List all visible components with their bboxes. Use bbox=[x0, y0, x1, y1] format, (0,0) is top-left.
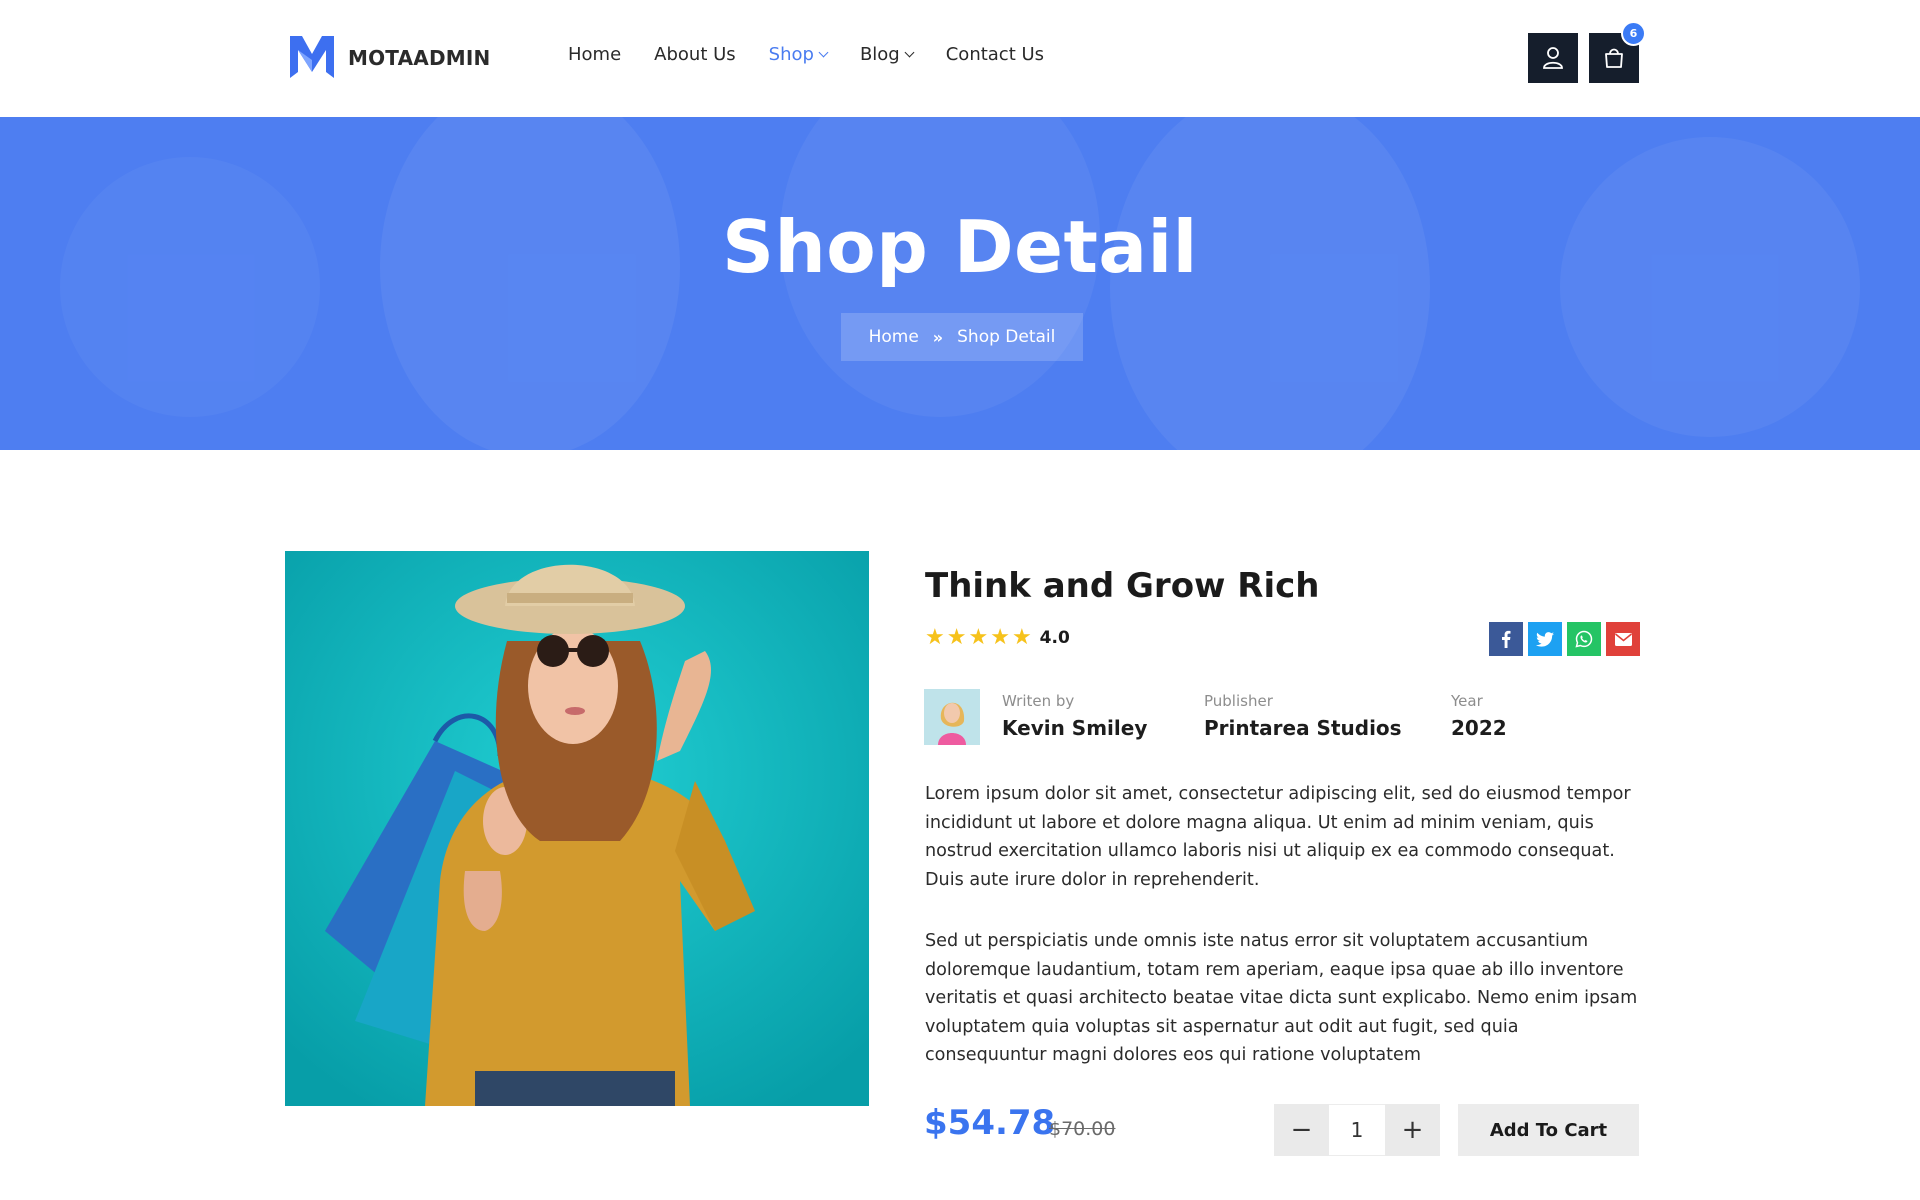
quantity-input[interactable] bbox=[1329, 1104, 1385, 1156]
nav-about-label: About Us bbox=[654, 44, 736, 65]
nav-contact-label: Contact Us bbox=[945, 44, 1045, 65]
product-price: $54.78 bbox=[924, 1103, 1056, 1143]
quantity-stepper: − + bbox=[1274, 1104, 1440, 1156]
publisher-label: Publisher bbox=[1204, 692, 1273, 710]
logo[interactable]: MOTAADMIN bbox=[288, 32, 490, 84]
minus-icon: − bbox=[1290, 1115, 1313, 1145]
year-meta: Year 2022 bbox=[1451, 692, 1507, 740]
author-name[interactable]: Kevin Smiley bbox=[1002, 716, 1147, 740]
star-icon: ★ bbox=[925, 625, 945, 650]
logo-mark-icon bbox=[290, 36, 334, 78]
publisher-name: Printarea Studios bbox=[1204, 716, 1402, 740]
nav-blog-label: Blog bbox=[859, 44, 900, 65]
star-icon: ★ bbox=[990, 625, 1010, 650]
year-label: Year bbox=[1451, 692, 1483, 710]
share-whatsapp-button[interactable] bbox=[1567, 622, 1601, 656]
nav-home[interactable]: Home bbox=[568, 44, 621, 65]
share-buttons bbox=[1489, 622, 1640, 656]
rating-value: 4.0 bbox=[1039, 628, 1070, 648]
quantity-increase-button[interactable]: + bbox=[1385, 1104, 1440, 1156]
shopping-bag-icon bbox=[1605, 48, 1623, 68]
nav-home-label: Home bbox=[568, 44, 622, 65]
nav-contact-us[interactable]: Contact Us bbox=[946, 44, 1044, 65]
year-value: 2022 bbox=[1451, 716, 1507, 740]
share-facebook-button[interactable] bbox=[1489, 622, 1523, 656]
product-title: Think and Grow Rich bbox=[925, 566, 1320, 606]
product-image bbox=[285, 551, 869, 1106]
breadcrumb: Home » Shop Detail bbox=[841, 313, 1083, 361]
page-hero-banner: Shop Detail Home » Shop Detail bbox=[0, 117, 1920, 450]
breadcrumb-home-link[interactable]: Home bbox=[869, 327, 919, 347]
breadcrumb-current: Shop Detail bbox=[957, 327, 1056, 347]
avatar-image bbox=[924, 689, 980, 745]
share-twitter-button[interactable] bbox=[1528, 622, 1562, 656]
nav-blog[interactable]: Blog bbox=[859, 44, 915, 65]
author-avatar bbox=[924, 689, 980, 745]
product-photo bbox=[285, 551, 869, 1106]
page-title: Shop Detail bbox=[722, 205, 1198, 289]
chevron-down-icon bbox=[818, 47, 829, 58]
publisher-meta: Publisher Printarea Studios bbox=[1204, 692, 1402, 740]
add-to-cart-button[interactable]: Add To Cart bbox=[1458, 1104, 1639, 1156]
chevron-down-icon bbox=[904, 47, 915, 58]
cart-count-badge: 6 bbox=[1621, 21, 1646, 46]
plus-icon: + bbox=[1401, 1115, 1424, 1145]
facebook-icon bbox=[1502, 630, 1511, 648]
author-meta: Writen by Kevin Smiley bbox=[1002, 692, 1147, 740]
nav-about-us[interactable]: About Us bbox=[654, 44, 736, 65]
email-icon bbox=[1614, 632, 1632, 646]
product-old-price: $70.00 bbox=[1049, 1118, 1116, 1140]
star-icon: ★ bbox=[968, 625, 989, 650]
nav-shop-label: Shop bbox=[768, 44, 814, 65]
twitter-icon bbox=[1536, 631, 1554, 647]
account-button[interactable] bbox=[1528, 33, 1578, 83]
star-icon: ★ bbox=[946, 625, 967, 650]
star-icon: ★ bbox=[1011, 625, 1032, 650]
main-nav: Home About Us Shop Blog Contact Us bbox=[568, 44, 1077, 65]
quantity-decrease-button[interactable]: − bbox=[1274, 1104, 1329, 1156]
nav-shop[interactable]: Shop bbox=[768, 44, 829, 65]
cart-button[interactable]: 6 bbox=[1589, 21, 1646, 83]
double-chevron-right-icon: » bbox=[932, 327, 944, 347]
author-label: Writen by bbox=[1002, 692, 1075, 710]
share-email-button[interactable] bbox=[1606, 622, 1640, 656]
user-icon bbox=[1543, 47, 1563, 69]
product-description-1: Lorem ipsum dolor sit amet, consectetur … bbox=[925, 784, 1631, 890]
product-description-2: Sed ut perspiciatis unde omnis iste natu… bbox=[925, 931, 1638, 1065]
site-header: MOTAADMIN Home About Us Shop Blog Contac… bbox=[0, 0, 1920, 117]
brand-name: MOTAADMIN bbox=[348, 46, 491, 70]
whatsapp-icon bbox=[1575, 630, 1593, 648]
product-rating: ★ ★ ★ ★ ★ 4.0 bbox=[925, 627, 1070, 649]
